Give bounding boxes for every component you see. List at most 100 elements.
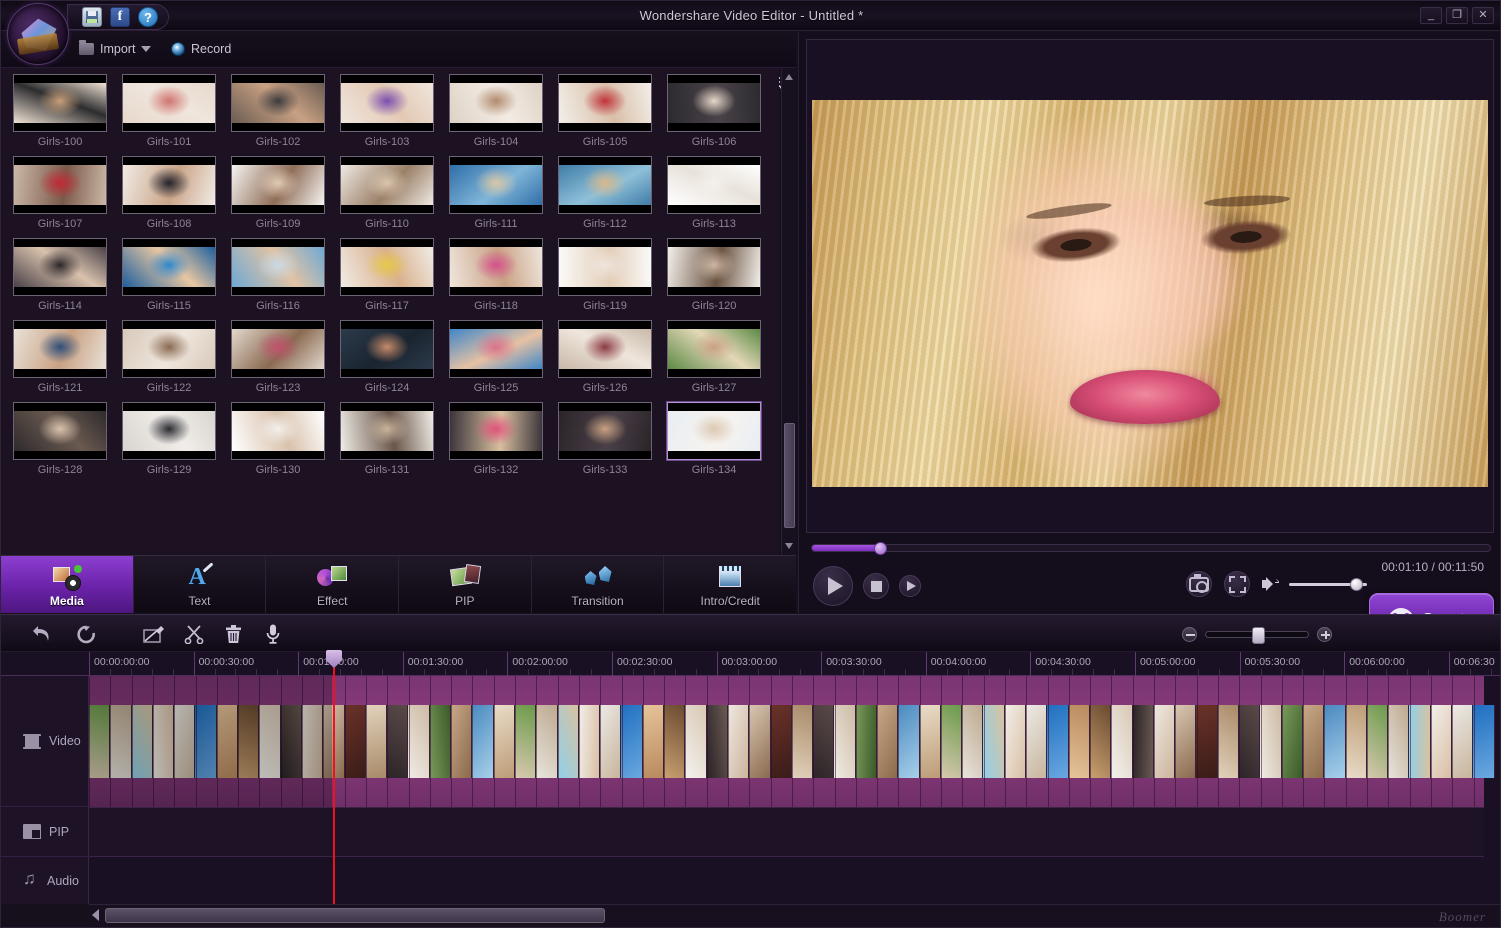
media-item[interactable]: Girls-122 [118,320,220,394]
timeline-clip[interactable] [1196,705,1218,778]
timeline-clip[interactable] [1089,705,1112,778]
close-button[interactable]: ✕ [1472,7,1494,24]
video-track[interactable] [89,676,1496,807]
playhead[interactable] [326,650,342,904]
timeline-clip[interactable] [1239,705,1261,778]
timeline-clip[interactable] [834,705,856,778]
scroll-left-icon[interactable] [92,909,99,921]
media-item[interactable]: Girls-115 [118,238,220,312]
stop-button[interactable] [863,573,889,599]
zoom-handle[interactable] [1252,627,1265,644]
audio-track[interactable] [89,857,1484,904]
volume-handle[interactable] [1350,577,1363,591]
media-item[interactable]: Girls-108 [118,156,220,230]
timeline-clip[interactable] [1132,705,1154,778]
timeline-clip[interactable] [301,705,324,778]
timeline-clip[interactable] [664,705,686,778]
delete-button[interactable] [220,622,246,646]
scrollbar-thumb-horizontal[interactable] [105,908,605,923]
timeline-clip[interactable] [216,705,239,778]
timeline-clip[interactable] [876,705,899,778]
timeline-clip[interactable] [791,705,814,778]
timeline-clip[interactable] [1260,705,1282,778]
timeline-clip[interactable] [621,705,643,778]
timeline-clip[interactable] [536,705,558,778]
timeline-clip[interactable] [195,705,217,778]
timeline-clip[interactable] [1345,705,1367,778]
timeline-clip[interactable] [280,705,302,778]
save-icon[interactable] [82,7,102,27]
fullscreen-button[interactable] [1224,571,1250,597]
track-label-pip[interactable]: PIP [1,807,89,857]
volume-slider[interactable] [1289,577,1367,591]
media-item[interactable]: Girls-127 [663,320,765,394]
timeline-clip[interactable] [770,705,792,778]
timeline-clip[interactable] [1004,705,1027,778]
facebook-icon[interactable]: f [110,7,130,27]
media-item[interactable]: Girls-131 [336,402,438,476]
media-item[interactable]: Girls-128 [9,402,111,476]
timeline-clip[interactable] [110,705,132,778]
pip-track[interactable] [89,807,1484,857]
media-item[interactable]: Girls-130 [227,402,329,476]
media-item[interactable]: Girls-123 [227,320,329,394]
timeline-clip[interactable] [727,705,750,778]
speaker-icon[interactable] [1262,577,1279,591]
timeline-ruler[interactable]: 00:00:00:00 00:00:30:00 00:01:00:00 00:01:3… [1,652,1500,676]
timeline-clip[interactable] [1452,705,1474,778]
scroll-down-icon[interactable] [785,543,793,549]
media-item[interactable]: Girls-120 [663,238,765,312]
media-item[interactable]: Girls-134 [663,402,765,476]
media-item[interactable]: Girls-124 [336,320,438,394]
timeline-clip[interactable] [1047,705,1069,778]
timeline-clip[interactable] [131,705,153,778]
tab-text[interactable]: A Text [134,556,267,613]
timeline-clip[interactable] [1026,705,1048,778]
media-item[interactable]: Girls-125 [445,320,547,394]
media-item[interactable]: Girls-129 [118,402,220,476]
tab-intro-credit[interactable]: Intro/Credit [664,556,796,613]
media-item[interactable]: Girls-104 [445,74,547,148]
timeline-clip[interactable] [89,705,111,778]
edit-button[interactable] [141,622,167,646]
maximize-button[interactable]: ❐ [1446,7,1468,24]
tab-effect[interactable]: Effect [266,556,400,613]
import-button[interactable]: Import [79,40,152,56]
timeline-clip[interactable] [983,705,1005,778]
timeline-clip[interactable] [813,705,835,778]
tab-transition[interactable]: Transition [532,556,665,613]
voiceover-button[interactable] [260,622,286,646]
media-item[interactable]: Girls-105 [554,74,656,148]
zoom-in-button[interactable] [1317,627,1332,642]
timeline-clip[interactable] [706,705,728,778]
scrollbar-thumb[interactable] [784,423,795,528]
timeline-clip[interactable] [855,705,877,778]
tab-media[interactable]: Media [1,556,134,613]
media-item[interactable]: Girls-106 [663,74,765,148]
timeline-clip[interactable] [1217,705,1240,778]
media-item[interactable]: Girls-101 [118,74,220,148]
media-item[interactable]: Girls-117 [336,238,438,312]
timeline-clip[interactable] [1111,705,1133,778]
record-button[interactable]: Record [171,42,231,56]
timeline-clip[interactable] [1388,705,1410,778]
timeline-clip[interactable] [1473,705,1495,778]
track-label-video[interactable]: Video [1,676,89,807]
media-item[interactable]: Girls-118 [445,238,547,312]
timeline-clip[interactable] [749,705,771,778]
media-item[interactable]: Girls-112 [554,156,656,230]
timeline-clip[interactable] [238,705,260,778]
timeline-clip[interactable] [174,705,196,778]
timeline-clip[interactable] [557,705,579,778]
media-item[interactable]: Girls-121 [9,320,111,394]
minimize-button[interactable]: _ [1420,7,1442,24]
timeline-clip[interactable] [962,705,984,778]
timeline-clip[interactable] [919,705,941,778]
timeline-clip[interactable] [408,705,430,778]
video-clip-strip[interactable] [89,705,1495,778]
snapshot-button[interactable] [1186,571,1212,597]
media-item[interactable]: Girls-103 [336,74,438,148]
media-item[interactable]: Girls-100 [9,74,111,148]
library-scrollbar[interactable] [781,68,796,555]
timeline-clip[interactable] [365,705,388,778]
